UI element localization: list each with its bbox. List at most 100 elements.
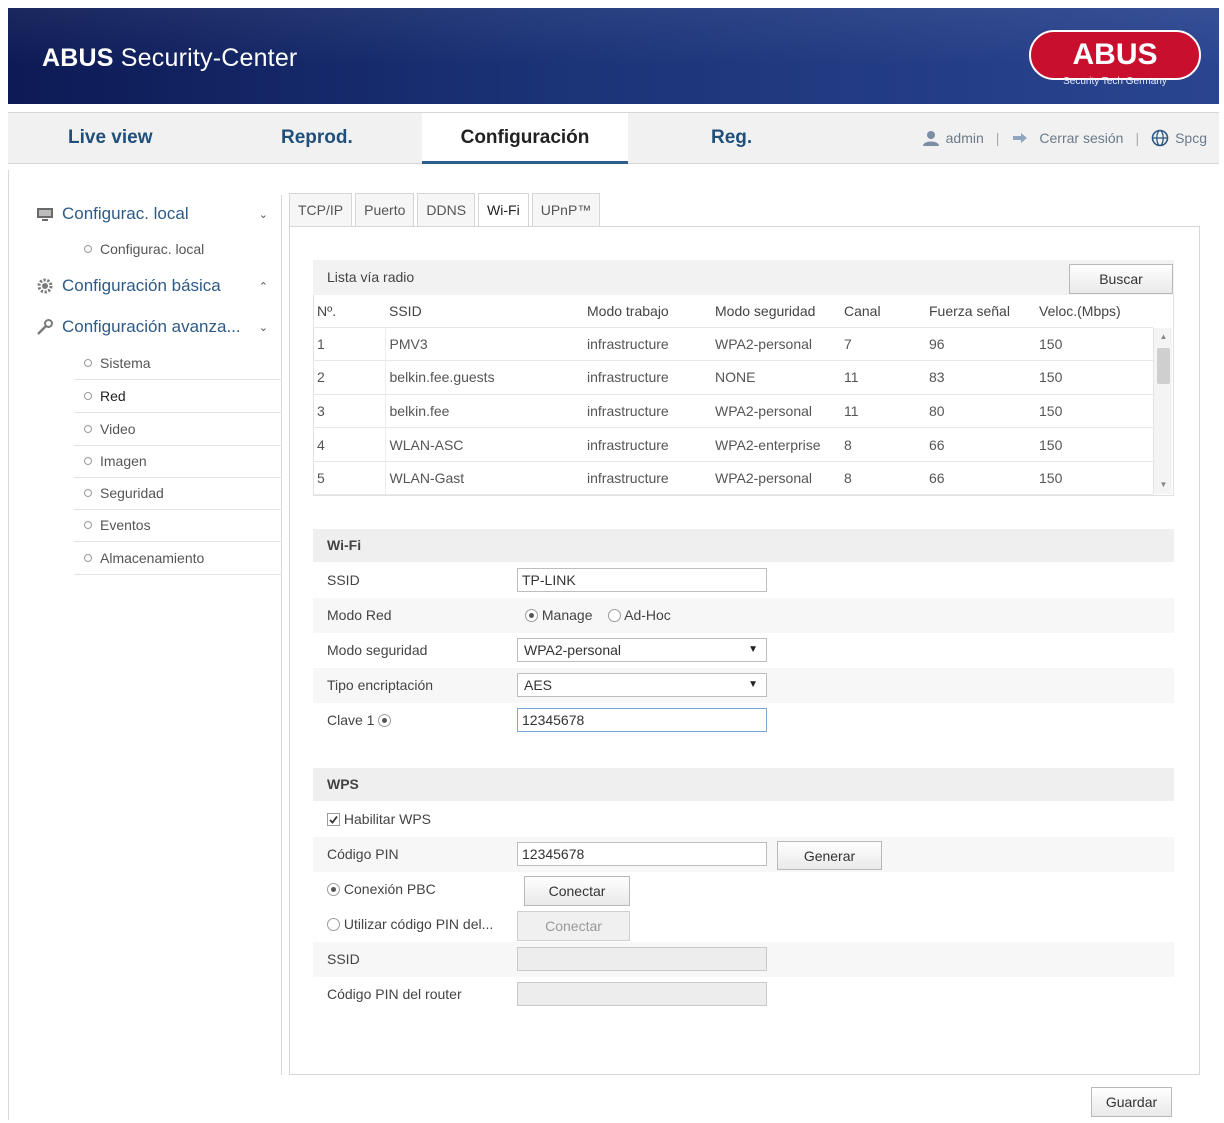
security-mode-select[interactable]: WPA2-personal ▼ [517,638,767,662]
sidebar-local-title: Configurac. local [62,204,189,223]
table-row[interactable]: 5 WLAN-Gast infrastructure WPA2-personal… [313,461,1153,496]
wrench-icon [36,318,54,336]
ssid-label: SSID [327,572,360,588]
language-link[interactable]: Spcg [1175,130,1207,146]
cell-channel: 8 [840,461,925,496]
encryption-row: Tipo encriptación AES ▼ [313,668,1174,703]
mode-manage-label: Manage [541,607,593,623]
scroll-up-icon[interactable]: ▲ [1154,330,1173,344]
nav-separator: | [995,130,1000,146]
user-name[interactable]: admin [946,130,984,146]
sidebar-advanced-config[interactable]: Configuración avanza... ⌄ [28,312,282,342]
logout-link[interactable]: Cerrar sesión [1039,130,1123,146]
bullet-icon [84,554,92,562]
bullet-icon [84,245,92,253]
cell-ssid: PMV3 [385,327,583,362]
tab-ddns[interactable]: DDNS [417,193,476,226]
sidebar-item-network[interactable]: Red [74,380,282,412]
sidebar-item-label: Red [100,388,126,404]
logo-text: ABUS [1072,38,1157,71]
cell-channel: 7 [840,327,925,362]
table-row[interactable]: 4 WLAN-ASC infrastructure WPA2-enterpris… [313,427,1153,462]
gear-icon [36,277,54,295]
tab-port[interactable]: Puerto [355,193,415,226]
key-input[interactable]: 12345678 [517,708,767,732]
router-pin-input[interactable] [517,982,767,1006]
cell-signal: 66 [925,427,1035,462]
table-row[interactable]: 1 PMV3 infrastructure WPA2-personal 7 96… [313,327,1153,362]
tab-upnp[interactable]: UPnP™ [531,193,601,226]
ssid-row: SSID TP-LINK [313,563,1174,598]
cell-mode: infrastructure [583,427,711,462]
table-row[interactable]: 2 belkin.fee.guests infrastructure NONE … [313,360,1153,395]
cell-speed: 150 [1035,360,1153,395]
cell-number: 4 [313,427,386,462]
search-button[interactable]: Buscar [1069,264,1173,294]
wps-ssid-row: SSID [313,942,1174,977]
key-radio-icon[interactable] [378,714,392,727]
sidebar-item-storage[interactable]: Almacenamiento [74,542,282,574]
sidebar-item-system[interactable]: Sistema [74,347,282,379]
ssid-input[interactable]: TP-LINK [517,568,767,592]
connect-pbc-button[interactable]: Conectar [524,876,630,906]
bullet-icon [84,457,92,465]
app-header: ABUS Security-Center ABUS Security Tech … [8,8,1219,104]
table-scrollbar[interactable]: ▲ ▼ [1153,328,1172,494]
radio-icon[interactable] [327,918,340,931]
checkbox-checked-icon[interactable] [327,813,340,826]
cell-mode: infrastructure [583,461,711,496]
chevron-down-icon: ⌄ [258,321,268,334]
key-row: Clave 1 12345678 [313,703,1174,738]
column-header: Fuerza señal [925,296,1035,328]
nav-separator-2: | [1135,130,1140,146]
cell-speed: 150 [1035,461,1153,496]
logo-subtitle: Security Tech Germany [1063,76,1167,87]
table-row[interactable]: 3 belkin.fee infrastructure WPA2-persona… [313,394,1153,429]
sidebar-item-local-config[interactable]: Configurac. local [74,233,282,265]
sidebar-item-label: Seguridad [100,485,164,501]
app-title: ABUS Security-Center [42,44,297,73]
connect-pin-button[interactable]: Conectar [517,911,630,941]
user-icon [922,131,939,146]
tab-playback[interactable]: Reprod. [281,113,353,164]
tab-live-view[interactable]: Live view [68,113,153,164]
tab-configuration[interactable]: Configuración [422,113,628,164]
security-mode-label: Modo seguridad [327,642,428,658]
radio-icon[interactable] [525,609,538,622]
sidebar-item-image[interactable]: Imagen [74,445,282,477]
cell-ssid: belkin.fee.guests [385,360,583,395]
bullet-icon [84,489,92,497]
pin-code-input[interactable]: 12345678 [517,842,767,866]
use-pin-row: Utilizar código PIN del... [313,907,1174,942]
cell-ssid: WLAN-Gast [385,461,583,496]
sidebar-item-video[interactable]: Video [74,413,282,445]
sidebar-item-events[interactable]: Eventos [74,509,282,541]
tab-wifi[interactable]: Wi-Fi [478,193,529,227]
radio-icon[interactable] [608,609,621,622]
table-header-row: Nº. SSID Modo trabajo Modo seguridad Can… [313,296,1153,328]
cell-security: WPA2-enterprise [711,427,840,462]
sidebar-basic-config[interactable]: Configuración básica ⌃ [28,271,282,301]
wps-ssid-input[interactable] [517,947,767,971]
mode-adhoc-option[interactable]: Ad-Hoc [608,598,671,633]
sidebar-item-security[interactable]: Seguridad [74,477,282,509]
abus-logo: ABUS [1029,30,1201,80]
tab-log[interactable]: Reg. [711,113,752,164]
scroll-thumb[interactable] [1157,348,1170,384]
column-header: SSID [385,296,583,328]
bullet-icon [84,359,92,367]
use-pin-label: Utilizar código PIN del... [343,916,494,932]
mode-manage-option[interactable]: Manage [525,598,592,633]
bullet-icon [84,521,92,529]
encryption-select[interactable]: AES ▼ [517,673,767,697]
enable-wps-row: Habilitar WPS [313,802,1174,837]
tab-tcpip[interactable]: TCP/IP [289,193,353,226]
wps-ssid-label: SSID [327,951,360,967]
router-pin-label: Código PIN del router [327,986,462,1002]
generate-button[interactable]: Generar [777,841,882,870]
radio-icon[interactable] [327,883,340,896]
bullet-icon [84,392,92,400]
sidebar-local-config[interactable]: Configurac. local ⌄ [28,199,282,229]
scroll-down-icon[interactable]: ▼ [1154,478,1173,492]
save-button[interactable]: Guardar [1091,1087,1172,1117]
